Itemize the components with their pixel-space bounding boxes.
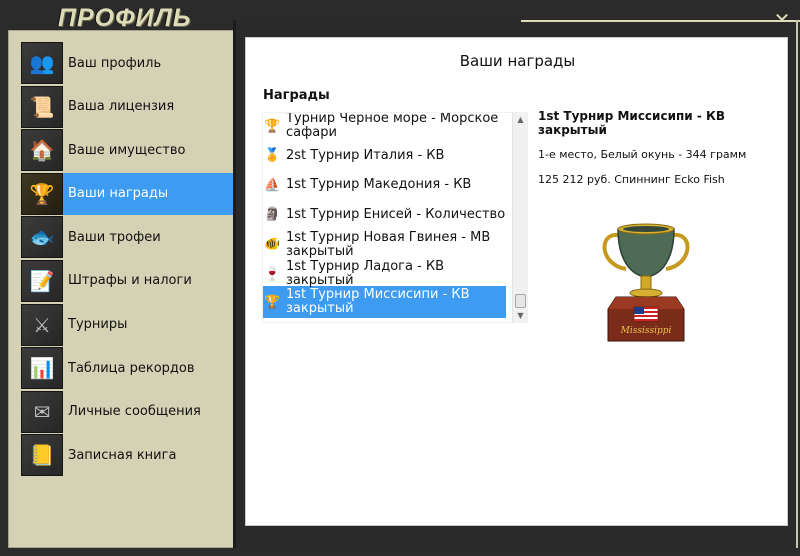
award-list-item[interactable]: 🏆 Турнир Чёрное море - Морское сафари <box>263 112 506 143</box>
sidebar-item-label: Ваш профиль <box>68 55 162 71</box>
tournament-shield-icon: ⚔ <box>21 303 63 346</box>
scroll-thumb[interactable] <box>515 294 526 308</box>
award-name: 1st Турнир Миссисипи - КВ закрытый <box>286 287 470 316</box>
people-icon: 👥 <box>21 42 63 84</box>
sidebar-list: 👥 Ваш профиль 📜 Ваша лицензия 🏠 Ваше имуществ… <box>21 42 239 478</box>
award-list-item[interactable]: 🍷 1st Турнир Ладога - КВ закрытый <box>263 259 506 288</box>
sidebar-item-0[interactable]: 👥 Ваш профиль <box>21 42 239 84</box>
sidebar-item-6[interactable]: ⚔ Турниры <box>21 303 239 346</box>
trophy-icon: 🏆 <box>21 172 63 215</box>
award-name: 1st Турнир Енисей - Количество <box>286 206 506 222</box>
awards-list[interactable]: 🏆 Турнир Чёрное море - Морское сафари 🏅 2st… <box>262 112 528 323</box>
sidebar-item-label: Ваши трофеи <box>68 229 161 245</box>
notebook-icon: 📒 <box>21 434 63 477</box>
sidebar-item-4[interactable]: 🐟 Ваши трофеи <box>21 216 239 259</box>
sidebar-item-label: Штрафы и налоги <box>68 273 192 289</box>
sidebar-item-3[interactable]: 🏆 Ваши награды <box>21 172 239 215</box>
awards-items: 🏆 Турнир Чёрное море - Морское сафари 🏅 2st… <box>263 113 506 318</box>
award-name: 1st Турнир Новая Гвинея - МВ закрытый <box>286 229 491 259</box>
award-list-item[interactable]: 🐠 1st Турнир Новая Гвинея - МВ закрытый <box>263 227 506 262</box>
fines-document-icon: 📝 <box>21 259 63 302</box>
fish-award-icon: 🐠 <box>264 237 281 252</box>
profile-window: ПРОФИЛЬ ✕ 👥Ваш профиль📜Ваша лицензия🏠Ваш… <box>0 0 800 556</box>
sidebar-item-label: Ваши награды <box>68 186 169 202</box>
award-list-item[interactable]: 🏅 2st Турнир Италия - КВ <box>263 143 506 168</box>
award-detail-title: 1st Турнир Миссисипи - КВ закрытый <box>538 109 725 137</box>
award-name: Турнир Чёрное море - Морское сафари <box>286 112 499 140</box>
frame-accent-top <box>521 20 800 22</box>
awards-panel: Ваши награды Награды 🏆 Турнир Чёрное море… <box>245 37 788 526</box>
house-icon: 🏠 <box>21 129 63 172</box>
page-title: Ваши награды <box>459 52 576 70</box>
award-list-item[interactable]: 🏆 1st Турнир Миссисипи - КВ закрытый <box>263 286 506 318</box>
award-name: 2st Турнир Италия - КВ <box>286 147 445 163</box>
ship-award-icon: ⛵ <box>264 177 281 193</box>
award-list-item[interactable]: 🗿 1st Турнир Енисей - Количество <box>263 202 506 227</box>
cup-award-icon: 🏆 <box>264 294 281 310</box>
award-list-item[interactable]: ⛵ 1st Турнир Македония - КВ <box>263 168 506 202</box>
sidebar-item-9[interactable]: 📒 Записная книга <box>21 434 239 477</box>
sidebar-item-7[interactable]: 📊 Таблица рекордов <box>21 347 239 390</box>
records-chart-icon: 📊 <box>21 347 63 390</box>
award-detail-place: 1-е место, Белый окунь - 344 грамм <box>538 148 747 161</box>
goblet-award-icon: 🍷 <box>264 266 281 282</box>
awards-heading: Награды <box>263 88 330 103</box>
scroll-down-arrow-icon[interactable]: ▼ <box>513 309 527 322</box>
sidebar-item-1[interactable]: 📜 Ваша лицензия <box>21 85 239 128</box>
frame-accent-right <box>796 20 798 548</box>
window-title: ПРОФИЛЬ <box>58 4 192 32</box>
license-document-icon: 📜 <box>21 85 63 128</box>
sidebar-item-label: Ваше имущество <box>68 142 186 158</box>
sidebar-item-label: Личные сообщения <box>68 404 201 420</box>
sidebar-item-label: Записная книга <box>68 447 177 463</box>
sidebar: 👥 Ваш профиль 📜 Ваша лицензия 🏠 Ваше имуществ… <box>8 30 239 548</box>
award-detail-prize: 125 212 руб. Спиннинг Ecko Fish <box>538 173 725 186</box>
sidebar-item-8[interactable]: ✉ Личные сообщения <box>21 390 239 433</box>
fish-trophy-icon: 🐟 <box>21 216 63 259</box>
sidebar-item-label: Ваша лицензия <box>68 99 175 115</box>
awards-scrollbar[interactable]: ▲ ▼ <box>512 113 527 322</box>
statue-award-icon: 🗿 <box>264 207 281 222</box>
sidebar-item-5[interactable]: 📝 Штрафы и налоги <box>21 259 239 302</box>
scroll-up-arrow-icon[interactable]: ▲ <box>513 113 527 126</box>
award-name: 1st Турнир Македония - КВ <box>286 177 472 192</box>
trophy-cup-icon: Mississippi <box>602 223 690 342</box>
sidebar-item-label: Таблица рекордов <box>68 360 195 376</box>
cup-icon: 🏆 <box>264 118 281 134</box>
figure-award-icon: 🏅 <box>264 148 281 163</box>
trophy-plaque-text: Mississippi <box>620 326 672 336</box>
sidebar-item-2[interactable]: 🏠 Ваше имущество <box>21 129 239 172</box>
sidebar-item-label: Турниры <box>68 317 128 333</box>
award-name: 1st Турнир Ладога - КВ закрытый <box>286 259 445 288</box>
envelope-icon: ✉ <box>21 390 63 433</box>
